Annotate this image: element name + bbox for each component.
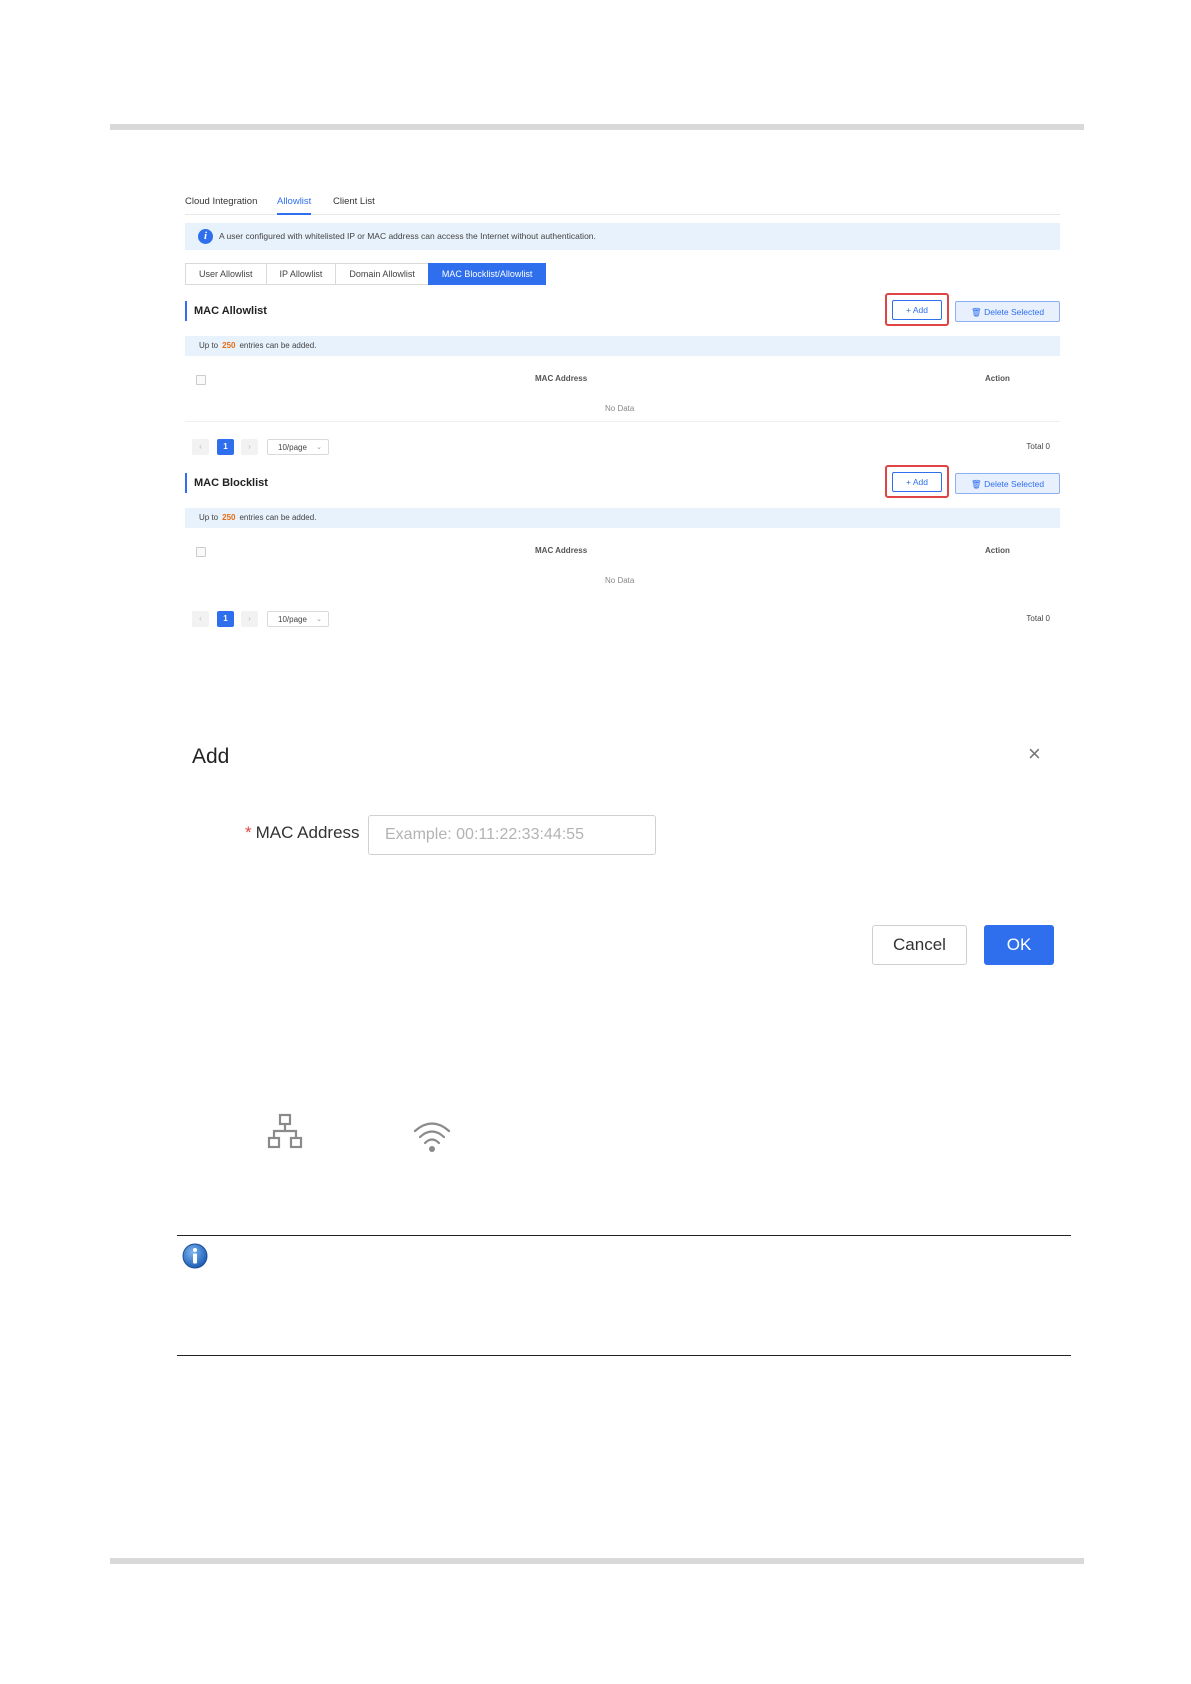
tab-client-list[interactable]: Client List [333, 196, 375, 207]
wifi-icon [413, 1122, 451, 1152]
info-banner: i A user configured with whitelisted IP … [185, 223, 1060, 250]
add-button-highlight: + Add [885, 293, 949, 326]
trash-icon: 🗑 [970, 479, 982, 489]
column-action: Action [985, 374, 1010, 383]
section-title: MAC Allowlist [185, 301, 267, 321]
page-size-select[interactable]: 10/page ⌄ [267, 611, 329, 627]
pagination: ‹ 1 › 10/page ⌄ Total 0 [185, 609, 1060, 629]
add-button[interactable]: + Add [892, 472, 942, 492]
column-mac-address: MAC Address [535, 546, 588, 555]
limit-value: 250 [222, 513, 236, 522]
limit-value: 250 [222, 341, 236, 350]
info-icon: i [198, 229, 213, 244]
column-action: Action [985, 546, 1010, 555]
note-top-rule [177, 1235, 1071, 1236]
delete-selected-button[interactable]: 🗑 Delete Selected [955, 301, 1060, 322]
pagination: ‹ 1 › 10/page ⌄ Total 0 [185, 437, 1060, 457]
add-dialog: Add × *MAC Address Cancel OK [185, 735, 1060, 970]
trash-icon: 🗑 [970, 307, 982, 317]
table-divider [185, 421, 1060, 422]
select-all-checkbox[interactable] [196, 375, 206, 385]
prev-page-button[interactable]: ‹ [192, 611, 209, 627]
tab-allowlist[interactable]: Allowlist [277, 196, 312, 215]
total-count: Total 0 [1026, 614, 1050, 623]
page-size-value: 10/page [278, 443, 307, 452]
next-page-button[interactable]: › [241, 439, 258, 455]
tab-cloud-integration[interactable]: Cloud Integration [185, 196, 257, 207]
delete-selected-button[interactable]: 🗑 Delete Selected [955, 473, 1060, 494]
network-topology-icon [267, 1113, 303, 1149]
add-button[interactable]: + Add [892, 300, 942, 320]
total-count: Total 0 [1026, 442, 1050, 451]
ok-button[interactable]: OK [984, 925, 1054, 965]
note-bottom-rule [177, 1355, 1071, 1356]
subtab-mac-blocklist-allowlist[interactable]: MAC Blocklist/Allowlist [427, 263, 547, 285]
page-number[interactable]: 1 [217, 611, 234, 627]
limit-notice: Up to 250 entries can be added. [185, 336, 1060, 356]
page-number[interactable]: 1 [217, 439, 234, 455]
mac-address-input[interactable] [368, 815, 656, 855]
table-header: MAC Address Action [185, 543, 1060, 563]
delete-selected-label: Delete Selected [984, 479, 1045, 489]
column-mac-address: MAC Address [535, 374, 588, 383]
subtab-user-allowlist[interactable]: User Allowlist [185, 263, 267, 285]
subtab-ip-allowlist[interactable]: IP Allowlist [265, 263, 337, 285]
required-marker: * [245, 823, 252, 842]
cancel-button[interactable]: Cancel [872, 925, 967, 965]
next-page-button[interactable]: › [241, 611, 258, 627]
select-all-checkbox[interactable] [196, 547, 206, 557]
close-icon[interactable]: × [1028, 741, 1041, 767]
dialog-title: Add [192, 745, 230, 768]
empty-state: No Data [605, 576, 635, 585]
limit-notice: Up to 250 entries can be added. [185, 508, 1060, 528]
table-header: MAC Address Action [185, 371, 1060, 391]
limit-prefix: Up to [199, 341, 219, 350]
limit-suffix: entries can be added. [239, 341, 317, 350]
page-size-select[interactable]: 10/page ⌄ [267, 439, 329, 455]
chevron-down-icon: ⌄ [316, 616, 322, 623]
empty-state: No Data [605, 404, 635, 413]
delete-selected-label: Delete Selected [984, 307, 1045, 317]
info-icon [182, 1243, 208, 1269]
allowlist-screen: Cloud Integration Allowlist Client List … [185, 190, 1060, 660]
mac-address-label: * MAC Address [245, 823, 360, 843]
mac-address-label-text: MAC Address [255, 823, 360, 842]
subtab-domain-allowlist[interactable]: Domain Allowlist [335, 263, 429, 285]
chevron-down-icon: ⌄ [316, 444, 322, 451]
add-button-highlight: + Add [885, 465, 949, 498]
limit-suffix: entries can be added. [239, 513, 317, 522]
info-banner-text: A user configured with whitelisted IP or… [219, 231, 596, 241]
sub-tabs: User Allowlist IP Allowlist Domain Allow… [185, 263, 547, 285]
page-size-value: 10/page [278, 615, 307, 624]
limit-prefix: Up to [199, 513, 219, 522]
section-title: MAC Blocklist [185, 473, 268, 493]
prev-page-button[interactable]: ‹ [192, 439, 209, 455]
page-footer-rule [110, 1558, 1084, 1564]
page-header-rule [110, 124, 1084, 130]
nav-tabs: Cloud Integration Allowlist Client List [185, 190, 1060, 215]
